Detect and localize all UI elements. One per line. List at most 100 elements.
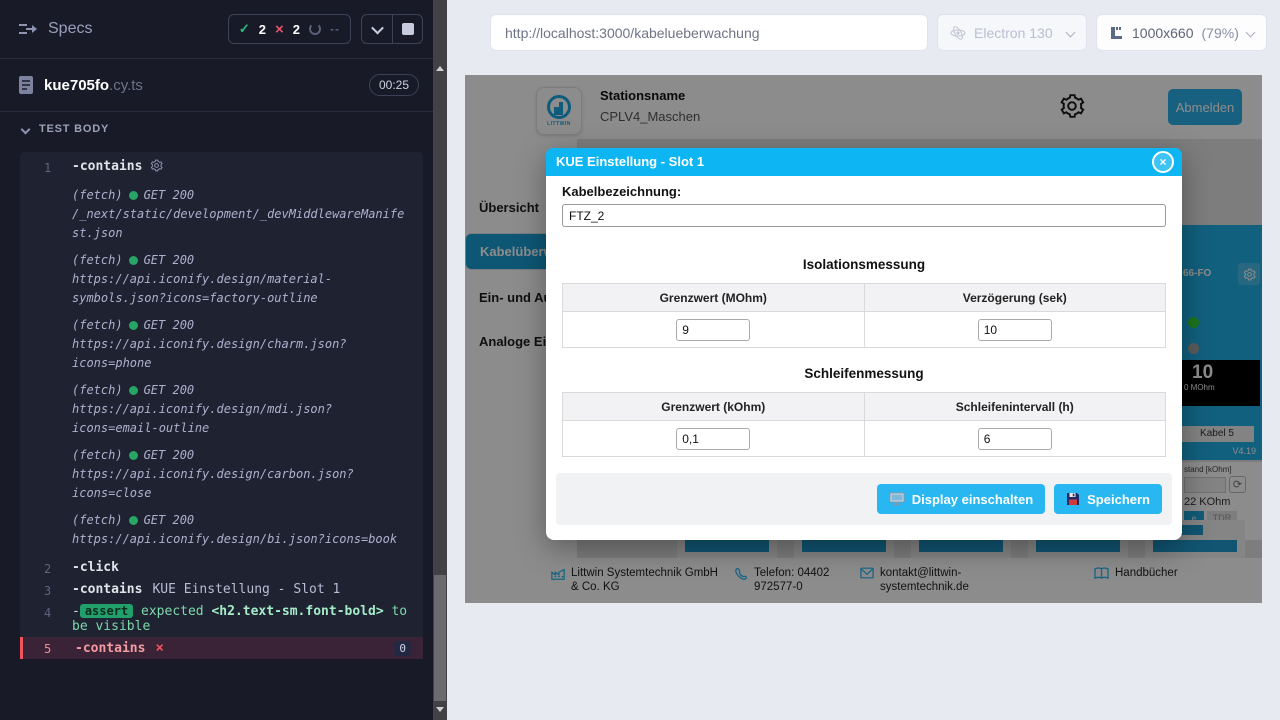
cypress-reporter: Specs ✓ 2 × 2 -- kue705fo.cy.ts 00:25	[0, 0, 433, 720]
command-argument: KUE Einstellung - Slot 1	[152, 582, 340, 597]
scrollbar-thumb[interactable]	[434, 575, 446, 701]
gear-icon	[150, 159, 163, 172]
fetch-log-item[interactable]: (fetch)GET 200 https://api.iconify.desig…	[72, 511, 411, 549]
test-stats: ✓ 2 × 2 --	[228, 14, 351, 44]
reporter-header: Specs ✓ 2 × 2 --	[0, 0, 433, 58]
command-click[interactable]: 2 -click	[20, 557, 423, 579]
viewport-zoom: (79%)	[1202, 25, 1239, 41]
command-number: 2	[20, 560, 72, 576]
ruler-icon	[1109, 25, 1124, 40]
fetch-log-item[interactable]: (fetch)GET 200 https://api.iconify.desig…	[72, 251, 411, 308]
failed-icon: ×	[275, 21, 284, 38]
modal-header: KUE Einstellung - Slot 1 ×	[546, 148, 1182, 176]
status-dot-icon	[129, 386, 138, 395]
status-dot-icon	[129, 451, 138, 460]
fetch-url: https://api.iconify.design/carbon.json?i…	[72, 465, 411, 503]
fetch-status: GET 200	[144, 381, 195, 400]
fetch-keyword: (fetch)	[72, 316, 123, 335]
fetch-status: GET 200	[144, 316, 195, 335]
command-contains-1[interactable]: 1 -contains	[20, 156, 423, 178]
fetch-status: GET 200	[144, 446, 195, 465]
modal-footer: Display einschalten Speichern	[556, 473, 1172, 525]
fetch-keyword: (fetch)	[72, 381, 123, 400]
command-name: -contains	[72, 159, 142, 174]
specs-list-icon[interactable]	[18, 21, 38, 37]
fetch-keyword: (fetch)	[72, 251, 123, 270]
cable-name-input[interactable]	[562, 204, 1166, 227]
command-number: 1	[20, 159, 72, 175]
viewport-size: 1000x660	[1132, 25, 1194, 41]
browser-select[interactable]: Electron 130	[937, 14, 1087, 51]
stop-button[interactable]	[392, 15, 422, 43]
assert-text: expected	[141, 604, 204, 619]
spec-name-ext: .cy.ts	[109, 77, 143, 94]
spec-duration: 00:25	[369, 74, 419, 96]
command-contains-3[interactable]: 3 -containsKUE Einstellung - Slot 1	[20, 579, 423, 601]
fetch-status: GET 200	[144, 186, 195, 205]
command-log: 1 -contains (fetch)GET 200 /_next/static…	[20, 152, 423, 659]
isolation-table: Grenzwert (MOhm) Verzögerung (sek)	[562, 283, 1166, 348]
pending-icon	[309, 23, 321, 35]
command-number: 4	[20, 604, 72, 620]
specs-label[interactable]: Specs	[48, 20, 92, 38]
scroll-down-icon[interactable]	[436, 707, 444, 712]
assert-element: <h2.text-sm.font-bold>	[211, 604, 383, 619]
display-on-button[interactable]: Display einschalten	[877, 484, 1045, 514]
status-dot-icon	[129, 321, 138, 330]
test-body-toggle[interactable]: TEST BODY	[0, 112, 433, 146]
fetch-url: https://api.iconify.design/mdi.json?icon…	[72, 400, 411, 438]
stop-icon	[402, 23, 414, 35]
scrollbar[interactable]	[433, 0, 447, 720]
save-label: Speichern	[1087, 492, 1150, 507]
command-number: 3	[20, 582, 72, 598]
fetch-log-item[interactable]: (fetch) GET 200 https://api.iconify.desig…	[72, 446, 411, 503]
failed-count: 2	[293, 22, 300, 37]
command-number: 5	[23, 640, 75, 656]
fetch-log-item[interactable]: (fetch) GET 200 https://api.iconify.desig…	[72, 381, 411, 438]
fetch-url: https://api.iconify.design/material-symb…	[72, 270, 411, 308]
pending-count: --	[330, 22, 340, 36]
fetch-keyword: (fetch)	[72, 446, 123, 465]
command-name: -contains	[75, 641, 145, 656]
fetch-keyword: (fetch)	[72, 511, 123, 530]
passed-count: 2	[259, 22, 266, 37]
loop-section-title: Schleifenmessung	[562, 366, 1166, 381]
spec-name: kue705fo.cy.ts	[44, 77, 143, 94]
fail-x-icon: ×	[155, 640, 163, 656]
isolation-section-title: Isolationsmessung	[562, 257, 1166, 272]
column-header-schleifenintervall: Schleifenintervall (h)	[864, 393, 1166, 421]
match-count-badge: 0	[394, 641, 411, 656]
spec-file-icon	[18, 75, 34, 95]
scroll-up-icon[interactable]	[436, 66, 444, 71]
fetch-log-item[interactable]: (fetch)GET 200 /_next/static/development…	[72, 186, 411, 243]
column-header-grenzwert-kohm: Grenzwert (kOhm)	[563, 393, 865, 421]
assert-badge: assert	[80, 604, 133, 618]
passed-icon: ✓	[239, 21, 250, 37]
column-header-verzoegerung: Verzögerung (sek)	[864, 284, 1166, 312]
command-assert[interactable]: 4 -assert expected <h2.text-sm.font-bold…	[20, 601, 423, 637]
command-contains-failed[interactable]: 5 -contains × 0	[20, 637, 423, 659]
iso-verzoegerung-input[interactable]	[978, 319, 1052, 341]
run-controls	[361, 14, 423, 44]
chevron-down-icon	[1246, 28, 1256, 38]
url-input[interactable]	[490, 14, 928, 51]
screen: Specs ✓ 2 × 2 -- kue705fo.cy.ts 00:25	[0, 0, 1280, 720]
fetch-status: GET 200	[144, 511, 195, 530]
electron-icon	[950, 25, 966, 41]
loop-intervall-input[interactable]	[978, 428, 1052, 450]
status-dot-icon	[129, 191, 138, 200]
test-body-label: TEST BODY	[39, 123, 109, 135]
save-button[interactable]: Speichern	[1054, 484, 1162, 514]
column-header-grenzwert-mohm: Grenzwert (MOhm)	[563, 284, 865, 312]
fetch-log-item[interactable]: (fetch)GET 200 https://api.iconify.desig…	[72, 316, 411, 373]
display-on-label: Display einschalten	[912, 492, 1033, 507]
loop-grenzwert-input[interactable]	[676, 428, 750, 450]
browser-name: Electron 130	[974, 25, 1053, 41]
close-icon[interactable]: ×	[1152, 151, 1174, 173]
viewport-select[interactable]: 1000x660 (79%)	[1096, 14, 1267, 51]
iso-grenzwert-input[interactable]	[676, 319, 750, 341]
collapse-button[interactable]	[362, 15, 392, 43]
spec-row[interactable]: kue705fo.cy.ts 00:25	[0, 59, 433, 111]
fetch-keyword: (fetch)	[72, 186, 123, 205]
chevron-down-icon	[21, 124, 31, 134]
